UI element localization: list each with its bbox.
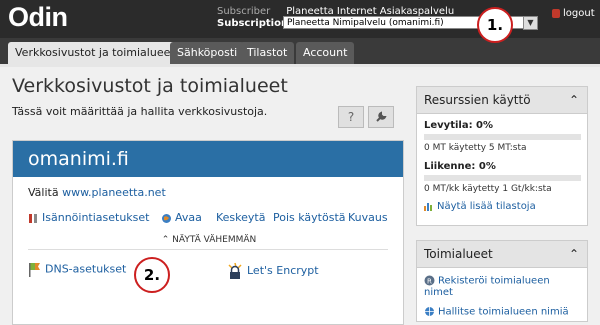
dns-settings-link[interactable]: DNS-asetukset [28, 262, 126, 277]
dns-settings-label: DNS-asetukset [45, 262, 127, 276]
hosting-settings-link[interactable]: Isännöintiasetukset [28, 211, 150, 224]
open-link[interactable]: Avaa [161, 211, 202, 224]
flag-icon [29, 263, 40, 277]
domains-panel: Toimialueet ⌃ R Rekisteröi toimialueen ni… [416, 240, 588, 322]
more-stats-link[interactable]: Näytä lisää tilastoja [424, 201, 580, 212]
register-domains-link[interactable]: R Rekisteröi toimialueen nimet [424, 275, 580, 298]
logout-icon [552, 8, 560, 18]
disk-usage-detail: 0 MT käytetty 5 MT:sta [424, 143, 527, 153]
odin-logo: Odin [8, 2, 68, 32]
manage-domains-label: Hallitse toimialueen nimiä [438, 306, 569, 317]
resources-body: Levytila: 0% 0 MT käytetty 5 MT:sta Liik… [417, 114, 587, 212]
globe-icon [425, 306, 434, 316]
more-stats-label: Näytä lisää tilastoja [437, 201, 536, 212]
annotation-marker-1: 1. [477, 7, 513, 43]
forwarding-label: Välitä [28, 186, 59, 199]
traffic-bar [424, 175, 581, 181]
show-less-label: NÄYTÄ VÄHEMMÄN [172, 235, 257, 245]
divider [28, 249, 388, 250]
resources-panel-header[interactable]: Resurssien käyttö ⌃ [417, 87, 587, 114]
tab-account[interactable]: Account [296, 42, 355, 64]
globe-icon [162, 213, 171, 223]
main-content: Verkkosivustot ja toimialueet Tässä voit… [0, 67, 600, 325]
traffic-detail: 0 MT/kk käytetty 1 Gt/kk:sta [424, 184, 552, 194]
tab-statistics[interactable]: Tilastot [240, 42, 295, 64]
show-less-toggle[interactable]: ⌃ NÄYTÄ VÄHEMMÄN [13, 235, 405, 245]
register-domains-label: Rekisteröi toimialueen nimet [424, 275, 550, 298]
open-label: Avaa [175, 211, 202, 224]
lock-icon [228, 262, 242, 279]
disk-usage-bar [424, 134, 581, 140]
tab-bar: Verkkosivustot ja toimialueet Sähköposti… [0, 38, 600, 67]
resources-panel: Resurssien käyttö ⌃ Levytila: 0% 0 MT kä… [416, 86, 588, 226]
subscription-label: Subscription [217, 18, 289, 29]
domains-title: Toimialueet [424, 247, 493, 261]
suspend-link[interactable]: Keskeytä [216, 211, 265, 224]
chevron-down-icon: ▼ [527, 18, 534, 27]
svg-text:R: R [427, 278, 432, 286]
hosting-settings-label: Isännöintiasetukset [42, 211, 150, 224]
domains-panel-header[interactable]: Toimialueet ⌃ [417, 241, 587, 268]
registered-icon: R [424, 275, 435, 286]
logout-label: logout [563, 8, 595, 19]
help-icon: ? [347, 110, 355, 124]
letsencrypt-label: Let's Encrypt [247, 264, 319, 277]
subscription-row: Subscription [217, 18, 289, 29]
chevron-up-icon: ⌃ [568, 93, 579, 107]
disable-link[interactable]: Pois käytöstä [273, 211, 346, 224]
description-link[interactable]: Kuvaus [348, 211, 388, 224]
page-description: Tässä voit määrittää ja hallita verkkosi… [12, 105, 268, 118]
chevron-up-icon: ⌃ [161, 235, 170, 245]
tools-button[interactable] [368, 106, 394, 128]
letsencrypt-link[interactable]: Let's Encrypt [226, 262, 319, 280]
forwarding-row: Välitä www.planeetta.net [28, 186, 166, 199]
subscription-dropdown-button[interactable]: ▼ [523, 16, 538, 30]
bar-chart-icon [424, 203, 432, 211]
forwarding-link[interactable]: www.planeetta.net [62, 186, 166, 199]
site-name: omanimi.fi [13, 141, 403, 177]
tab-websites-domains[interactable]: Verkkosivustot ja toimialueet [8, 42, 182, 64]
traffic-label: Liikenne: 0% [424, 161, 496, 172]
site-panel: omanimi.fi Välitä www.planeetta.net Isän… [12, 140, 404, 325]
tab-email[interactable]: Sähköposti [170, 42, 245, 64]
manage-domains-link[interactable]: Hallitse toimialueen nimiä [424, 306, 580, 317]
help-button[interactable]: ? [338, 106, 364, 128]
annotation-marker-2: 2. [134, 257, 170, 293]
resources-title: Resurssien käyttö [424, 93, 531, 107]
site-actions: Isännöintiasetukset Avaa Keskeytä Pois k… [28, 211, 388, 227]
tools-icon [29, 213, 37, 223]
wrench-icon [376, 111, 387, 122]
chevron-up-icon: ⌃ [568, 247, 579, 261]
page-title: Verkkosivustot ja toimialueet [12, 75, 288, 97]
domains-body: R Rekisteröi toimialueen nimet Hallitse t… [417, 268, 587, 317]
logout-link[interactable]: logout [552, 8, 595, 19]
disk-usage-label: Levytila: 0% [424, 120, 494, 131]
subscriber-label: Subscriber [217, 6, 271, 17]
